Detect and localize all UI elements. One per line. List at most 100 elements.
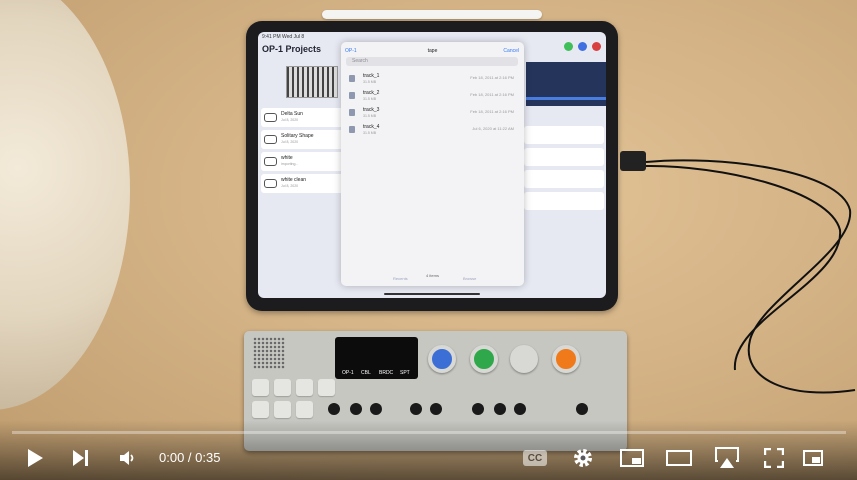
video-frame[interactable]: 9:41 PM Wed Jul 8 OP-1 Projects Delta Su… [0, 0, 857, 480]
red-circle-icon [592, 42, 601, 51]
op1-thumbnail [286, 66, 338, 98]
usb-cable [645, 159, 856, 394]
play-button[interactable] [22, 445, 48, 471]
project-date: Jul 8, 2020 [281, 140, 299, 144]
waveform-panel [526, 62, 606, 106]
black-key [430, 403, 442, 415]
tape-icon [264, 113, 277, 122]
file-row: track_4 31.5 MB Jul 6, 2020 at 11:22 AM [346, 123, 518, 138]
airplay-icon [715, 447, 739, 468]
captions-button[interactable]: CC [520, 445, 550, 471]
miniplayer-button[interactable] [618, 445, 646, 471]
speaker-grille [253, 337, 285, 369]
miniplayer-icon [620, 449, 644, 467]
display-label: BRDC [379, 370, 394, 376]
tab-browse: Browse [463, 276, 477, 281]
settings-button[interactable] [569, 445, 597, 471]
audio-file-icon [349, 109, 355, 116]
home-indicator [384, 293, 480, 295]
display-label: CBL [361, 370, 371, 376]
file-size: 31.5 MB [363, 80, 377, 84]
fullscreen-icon [764, 448, 784, 468]
op1-key [296, 379, 313, 396]
black-key [328, 403, 340, 415]
op1-key [318, 379, 335, 396]
file-size: 31.5 MB [363, 114, 377, 118]
op1-key [252, 401, 269, 418]
green-knob [470, 345, 498, 373]
black-key [472, 403, 484, 415]
volume-icon [120, 451, 134, 465]
op1-key [296, 401, 313, 418]
black-key [494, 403, 506, 415]
gear-icon [574, 449, 592, 467]
op1-display: OP-1 CBL BRDC SPT [335, 337, 418, 379]
lamp-shade [0, 0, 130, 410]
theater-mode-button[interactable] [665, 445, 693, 471]
project-date: importing... [281, 162, 299, 166]
picker-title: tape [427, 48, 438, 54]
file-date: Feb 18, 2011 at 2:16 PM [470, 92, 514, 97]
tape-icon [264, 157, 277, 166]
blue-circle-icon [578, 42, 587, 51]
file-size: 31.5 MB [363, 131, 377, 135]
file-date: Feb 18, 2011 at 2:16 PM [470, 109, 514, 114]
captions-icon: CC [523, 450, 547, 466]
ipad-status-bar: 9:41 PM Wed Jul 8 [262, 34, 305, 40]
right-row [524, 192, 604, 210]
picker-search-field: Search [346, 57, 518, 66]
picker-item-count: 4 items [426, 273, 439, 278]
project-date: Jul 8, 2020 [281, 184, 299, 188]
blue-knob [428, 345, 456, 373]
file-size: 31.5 MB [363, 97, 377, 101]
op1-key [274, 401, 291, 418]
op1-key [274, 379, 291, 396]
black-key [350, 403, 362, 415]
play-icon [28, 449, 43, 467]
file-picker-modal: OP-1 tape Cancel Search track_1 31.5 MB … [341, 42, 524, 286]
project-name: white clean [281, 177, 307, 183]
fullscreen-button[interactable] [760, 445, 788, 471]
theater-icon [666, 450, 692, 466]
project-name: white [281, 155, 293, 161]
mute-button[interactable] [114, 445, 140, 471]
project-name: Solitary Shape [281, 133, 314, 139]
airplay-button[interactable] [712, 445, 742, 471]
picker-cancel-button: Cancel [503, 48, 519, 54]
project-row: white importing... [261, 152, 351, 171]
project-name: Delta Sun [281, 111, 303, 117]
orange-knob [552, 345, 580, 373]
audio-file-icon [349, 126, 355, 133]
display-label: OP-1 [342, 370, 354, 376]
black-key [576, 403, 588, 415]
next-button[interactable] [68, 445, 94, 471]
file-date: Jul 6, 2020 at 11:22 AM [472, 126, 514, 131]
project-row: Solitary Shape Jul 8, 2020 [261, 130, 351, 149]
progress-bar[interactable] [12, 431, 846, 434]
black-key [370, 403, 382, 415]
file-row: track_2 31.5 MB Feb 18, 2011 at 2:16 PM [346, 89, 518, 104]
project-date: Jul 8, 2020 [281, 118, 299, 122]
search-placeholder: Search [352, 58, 368, 64]
ipad-screen: 9:41 PM Wed Jul 8 OP-1 Projects Delta Su… [258, 32, 606, 298]
pip-button[interactable] [800, 445, 826, 471]
right-row [524, 170, 604, 188]
right-row [524, 148, 604, 166]
tab-recents: Recents [393, 276, 408, 281]
file-name: track_4 [363, 124, 380, 130]
tape-icon [264, 179, 277, 188]
file-row: track_1 31.5 MB Feb 18, 2011 at 2:16 PM [346, 72, 518, 87]
ipad: 9:41 PM Wed Jul 8 OP-1 Projects Delta Su… [246, 21, 618, 311]
file-row: track_3 31.5 MB Feb 18, 2011 at 2:16 PM [346, 106, 518, 121]
black-key [410, 403, 422, 415]
tape-icon [264, 135, 277, 144]
apple-pencil [322, 10, 542, 19]
skip-next-icon [73, 450, 88, 466]
right-row [524, 126, 604, 144]
audio-file-icon [349, 75, 355, 82]
op1-key [252, 379, 269, 396]
picture-in-picture-icon [803, 450, 823, 466]
white-knob [510, 345, 538, 373]
black-key [514, 403, 526, 415]
display-label: SPT [400, 370, 410, 376]
